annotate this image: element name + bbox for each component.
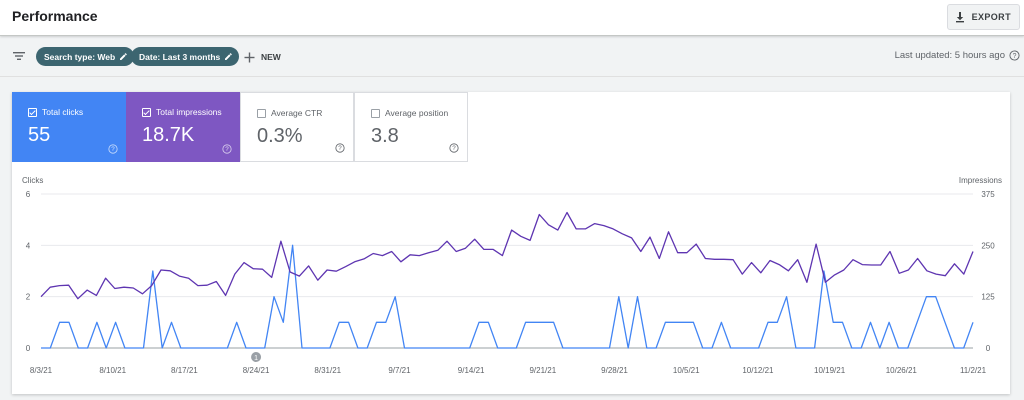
help-icon[interactable]: ? xyxy=(222,144,232,154)
x-axis-tick-label: 9/28/21 xyxy=(601,366,628,375)
edit-pencil-icon xyxy=(120,53,127,60)
right-axis-tick-label: 125 xyxy=(981,293,995,302)
edit-pencil-icon xyxy=(225,53,233,60)
performance-card: Total clicks 55 ? Total impressions 18.7… xyxy=(12,92,1010,394)
checkbox-checked-icon[interactable] xyxy=(28,107,37,117)
search-type-chip-label: Search type: Web xyxy=(44,51,116,62)
svg-text:?: ? xyxy=(225,146,229,153)
right-axis-label: Impressions xyxy=(959,176,1002,185)
average-ctr-tile[interactable]: Average CTR 0.3% ? xyxy=(240,92,354,162)
svg-text:?: ? xyxy=(338,145,342,152)
filter-bar: Search type: Web Date: Last 3 months NEW… xyxy=(0,37,1024,77)
help-icon[interactable]: ? xyxy=(108,144,118,154)
plus-icon xyxy=(244,52,255,62)
x-axis-tick-label: 8/31/21 xyxy=(314,366,341,375)
help-icon[interactable]: ? xyxy=(335,143,345,153)
search-type-chip[interactable]: Search type: Web xyxy=(36,47,135,66)
help-icon[interactable]: ? xyxy=(1009,50,1020,61)
x-axis-tick-label: 10/5/21 xyxy=(673,366,700,375)
x-axis-tick-label: 8/3/21 xyxy=(30,366,53,375)
svg-text:?: ? xyxy=(1013,53,1017,60)
new-filter-label: NEW xyxy=(261,52,281,62)
left-axis-label: Clicks xyxy=(22,176,43,185)
export-button[interactable]: EXPORT xyxy=(946,4,1020,30)
x-axis-tick-label: 10/19/21 xyxy=(814,366,846,375)
total-impressions-tile[interactable]: Total impressions 18.7K ? xyxy=(126,92,240,162)
x-axis-tick-label: 10/12/21 xyxy=(742,366,774,375)
last-updated: Last updated: 5 hours ago ? xyxy=(895,50,1020,61)
left-axis-tick-label: 0 xyxy=(26,344,31,353)
help-icon[interactable]: ? xyxy=(449,143,459,153)
date-range-chip[interactable]: Date: Last 3 months xyxy=(131,47,240,66)
total-impressions-value: 18.7K xyxy=(142,124,195,146)
total-impressions-label: Total impressions xyxy=(156,107,222,117)
checkbox-unchecked-icon[interactable] xyxy=(371,108,380,118)
x-axis-tick-label: 8/17/21 xyxy=(171,366,198,375)
svg-text:?: ? xyxy=(452,145,456,152)
right-axis-tick-label: 375 xyxy=(981,190,995,199)
export-label: EXPORT xyxy=(971,12,1011,22)
x-axis-tick-label: 9/14/21 xyxy=(458,366,485,375)
svg-text:?: ? xyxy=(111,146,115,153)
right-axis-tick-label: 250 xyxy=(981,241,995,250)
left-axis-tick-label: 4 xyxy=(26,241,31,250)
average-ctr-label: Average CTR xyxy=(271,108,323,118)
right-axis-tick-label: 0 xyxy=(986,344,991,353)
annotation-label: 1 xyxy=(254,355,258,362)
x-axis-tick-label: 9/7/21 xyxy=(388,366,411,375)
date-range-chip-label: Date: Last 3 months xyxy=(139,51,221,62)
impressions-series-line xyxy=(40,211,974,300)
left-axis-tick-label: 2 xyxy=(26,293,31,302)
average-ctr-value: 0.3% xyxy=(257,125,303,147)
x-axis-tick-label: 10/26/21 xyxy=(886,366,918,375)
total-clicks-label: Total clicks xyxy=(42,107,84,117)
x-axis-tick-label: 8/24/21 xyxy=(243,366,270,375)
checkbox-checked-icon[interactable] xyxy=(142,107,151,117)
total-clicks-value: 55 xyxy=(28,124,51,146)
total-impressions-tile-header: Total impressions xyxy=(142,107,222,117)
x-axis-tick-label: 8/10/21 xyxy=(99,366,126,375)
last-updated-text: Last updated: 5 hours ago xyxy=(894,50,1005,61)
download-icon xyxy=(955,12,964,23)
average-position-tile[interactable]: Average position 3.8 ? xyxy=(354,92,468,162)
performance-chart: 6 375 4 250 2 125 0 0 Clicks Impressions 8/3/21 8/1… xyxy=(22,176,1002,375)
average-position-tile-header: Average position xyxy=(371,108,448,118)
average-ctr-tile-header: Average CTR xyxy=(257,108,322,118)
x-axis-tick-label: 9/21/21 xyxy=(529,366,556,375)
page-title: Performance xyxy=(12,8,98,24)
average-position-value: 3.8 xyxy=(371,125,399,147)
x-axis-tick-label: 11/2/21 xyxy=(960,366,987,375)
new-filter-button[interactable]: NEW xyxy=(244,48,281,66)
filter-icon[interactable] xyxy=(12,49,26,63)
top-app-bar: Performance EXPORT xyxy=(0,0,1024,36)
total-clicks-tile[interactable]: Total clicks 55 ? xyxy=(12,92,126,162)
total-clicks-tile-header: Total clicks xyxy=(28,107,83,117)
left-axis-tick-label: 6 xyxy=(26,190,31,199)
checkbox-unchecked-icon[interactable] xyxy=(257,108,266,118)
average-position-label: Average position xyxy=(385,108,449,118)
